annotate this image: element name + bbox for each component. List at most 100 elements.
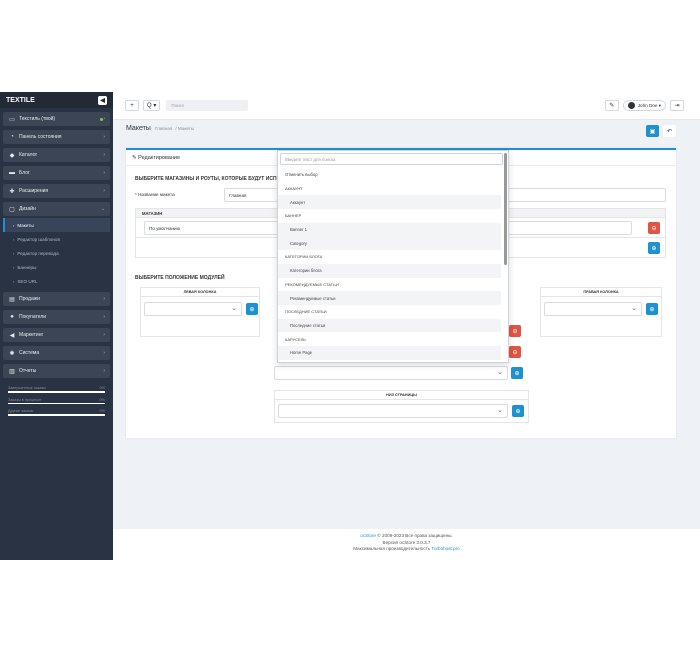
remove-row-button[interactable]: ⊖ bbox=[648, 222, 660, 234]
bottom-add-button[interactable]: ⊕ bbox=[512, 405, 524, 417]
search-input[interactable]: Поиск bbox=[166, 100, 249, 111]
dropdown-option[interactable]: Home Page bbox=[278, 345, 501, 360]
bullet-icon: › bbox=[13, 222, 15, 228]
remove-module-button[interactable]: ⊖ bbox=[509, 346, 521, 358]
sidebar-item-label: Панель состояния bbox=[19, 134, 62, 140]
stat-value: 0% bbox=[99, 397, 106, 402]
back-button[interactable]: ↶ bbox=[663, 125, 676, 137]
dashboard-icon: ◔ bbox=[10, 134, 14, 140]
left-column-select[interactable] bbox=[144, 302, 242, 316]
breadcrumb: Главная / Макеты bbox=[154, 126, 195, 131]
right-column-add-button[interactable]: ⊕ bbox=[646, 303, 658, 315]
dropdown-option[interactable]: Категории блога bbox=[278, 263, 501, 278]
bullet-icon: › bbox=[13, 250, 15, 256]
brand-title: TEXTILE bbox=[6, 96, 35, 104]
sidebar-item-label: Каталог bbox=[19, 152, 38, 158]
name-label: * Название макета bbox=[135, 192, 175, 197]
right-column-box: ПРАВАЯ КОЛОНКА ⊕ bbox=[540, 287, 662, 337]
avatar bbox=[627, 102, 635, 109]
chevron-icon: › bbox=[103, 116, 105, 122]
section-modules-title: ВЫБЕРИТЕ ПОЛОЖЕНИЕ МОДУЛЕЙ bbox=[135, 275, 225, 281]
top-content-add-button[interactable]: ⊕ bbox=[511, 367, 523, 379]
submenu-item[interactable]: › SEO URL bbox=[3, 274, 110, 288]
chevron-icon: › bbox=[103, 134, 105, 140]
breadcrumb-layouts[interactable]: Макеты bbox=[178, 126, 194, 131]
stat-bar bbox=[8, 402, 105, 404]
submenu-item[interactable]: › Редактор перевода bbox=[3, 246, 110, 260]
submenu-item[interactable]: › Редактор шаблонов bbox=[3, 232, 110, 246]
dropdown-cancel-option[interactable]: Отменить выбор bbox=[278, 168, 501, 182]
stat-value: 0% bbox=[99, 386, 106, 390]
tag-icon: ◆ bbox=[9, 152, 15, 159]
dropdown-option[interactable]: Banner 1 bbox=[278, 222, 501, 237]
sidebar-item-label: Отчеты bbox=[19, 368, 37, 374]
collapse-sidebar-icon[interactable]: ◀ bbox=[98, 95, 107, 105]
gear-icon: ✺ bbox=[9, 350, 15, 357]
submenu-label: SEO URL bbox=[17, 278, 38, 284]
dropdown-group-label: Категории блога bbox=[285, 254, 323, 260]
chevron-icon: › bbox=[103, 296, 105, 302]
submenu-label: Макеты bbox=[17, 222, 34, 228]
sidebar-item-label: Маркетинг bbox=[19, 332, 44, 338]
footer-copyright: © 2009-2023 Все права защищены. bbox=[376, 533, 453, 538]
dropdown-option[interactable]: Рекомендуемые статьи bbox=[278, 291, 501, 305]
sidebar-item[interactable]: ◆ Каталог › bbox=[3, 148, 110, 162]
sidebar-item-label: Расширения bbox=[19, 188, 49, 194]
submenu-label: Редактор шаблонов bbox=[17, 236, 60, 242]
sidebar-item[interactable]: ▬ Блог › bbox=[3, 166, 110, 180]
user-menu[interactable]: John Doe ▾ bbox=[622, 100, 666, 111]
footer-perf-link[interactable]: Turbohost.pro bbox=[431, 546, 459, 551]
dropdown-scrollbar[interactable] bbox=[504, 153, 507, 265]
footer-perf: Максимальная производительность bbox=[353, 546, 432, 551]
dropdown-option[interactable]: Последние статьи bbox=[278, 318, 501, 333]
chevron-icon: › bbox=[103, 170, 105, 176]
remove-module-button[interactable]: ⊖ bbox=[509, 325, 521, 337]
save-button[interactable]: ▣ bbox=[646, 125, 659, 137]
sidebar-item-label: Продажи bbox=[19, 296, 40, 302]
bottom-select[interactable] bbox=[278, 404, 508, 418]
left-column-title: ЛЕВАЯ КОЛОНКА bbox=[141, 288, 259, 297]
search-filter-button[interactable]: Q ▾ bbox=[143, 100, 161, 111]
sidebar-item[interactable]: ✺ Система › bbox=[3, 346, 110, 360]
chart-icon: ▥ bbox=[9, 368, 15, 375]
footer-brand-link[interactable]: ocStore bbox=[360, 533, 376, 538]
chevron-icon: › bbox=[103, 188, 105, 194]
topbar: + Q ▾ Поиск ✎ John Doe ▾ ⇥ bbox=[113, 92, 700, 120]
dropdown-option[interactable]: Аккаунт bbox=[278, 195, 501, 210]
sidebar-item[interactable]: ▥ Отчеты › bbox=[3, 364, 110, 378]
chevron-icon: › bbox=[103, 152, 105, 158]
footer: ocStore © 2009-2023 Все права защищены. … bbox=[113, 529, 700, 560]
sidebar-item[interactable]: ▤ Продажи › bbox=[3, 292, 110, 306]
dropdown-option[interactable]: Category bbox=[278, 236, 501, 251]
order-stats: Завершенные заказы 0% Заказы в процессе 0% Д… bbox=[3, 382, 110, 425]
sidebar-item[interactable]: ◀ Маркетинг › bbox=[3, 328, 110, 342]
stat-value: 0% bbox=[99, 409, 106, 413]
sidebar-item[interactable]: ✚ Расширения › bbox=[3, 184, 110, 198]
sidebar-item[interactable]: ▭ Текстиль (твой) › bbox=[3, 112, 110, 126]
monitor-icon: ▭ bbox=[9, 116, 15, 123]
add-row-button[interactable]: ⊕ bbox=[648, 242, 660, 254]
design-submenu: › Макеты › Редактор шаблонов › Редактор перев… bbox=[3, 218, 110, 288]
sidebar-item[interactable]: ▢ Дизайн ⌄ bbox=[3, 202, 110, 216]
submenu-item[interactable]: › Макеты bbox=[3, 218, 110, 232]
left-column-add-button[interactable]: ⊕ bbox=[246, 303, 258, 315]
sidebar-item-label: Дизайн bbox=[19, 206, 36, 212]
pencil-icon[interactable]: ✎ bbox=[604, 100, 619, 111]
sidebar-item[interactable]: ◔ Панель состояния › bbox=[3, 130, 110, 144]
share-icon: ◀ bbox=[9, 332, 15, 339]
logout-icon[interactable]: ⇥ bbox=[670, 100, 684, 111]
folder-icon: ▬ bbox=[9, 170, 15, 176]
submenu-label: Баннеры bbox=[17, 264, 37, 270]
right-column-select[interactable] bbox=[544, 302, 642, 316]
top-content-select[interactable] bbox=[274, 366, 508, 380]
breadcrumb-home[interactable]: Главная bbox=[155, 126, 172, 131]
sidebar-item[interactable]: ● Покупатели › bbox=[3, 310, 110, 324]
add-button[interactable]: + bbox=[125, 100, 139, 111]
submenu-item[interactable]: › Баннеры bbox=[3, 260, 110, 274]
bottom-box: НИЗ СТРАНИЦЫ ⊕ bbox=[274, 390, 529, 423]
left-column-box: ЛЕВАЯ КОЛОНКА ⊕ bbox=[140, 287, 260, 337]
stat-label: Заказы в процессе bbox=[8, 397, 42, 402]
desktop-icon: ▢ bbox=[9, 206, 15, 213]
dropdown-search-input[interactable]: Введите текст для поиска bbox=[280, 153, 503, 165]
stat-item: Завершенные заказы 0% bbox=[8, 386, 105, 393]
